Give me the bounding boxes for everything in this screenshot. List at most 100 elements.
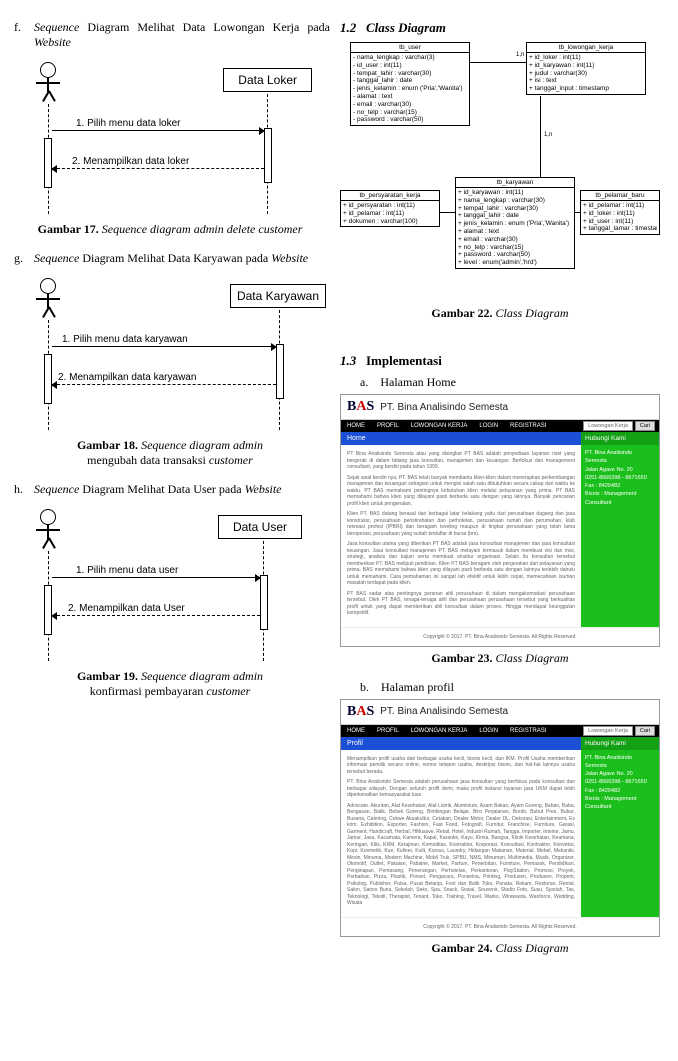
site-main-head: Home xyxy=(341,432,581,445)
caption-22-i: Class Diagram xyxy=(496,306,569,320)
actor-icon xyxy=(48,538,55,549)
activation-r xyxy=(276,344,284,399)
class-tb-karyawan: tb_karyawan + id_karyawan : int(11) + na… xyxy=(455,177,575,269)
text-f-i1: Sequence xyxy=(34,20,79,34)
class-tb-persyaratan: tb_persyaratan_kerja + id_persyaratan : … xyxy=(340,190,440,227)
nav-lowongan[interactable]: LOWONGAN KERJA xyxy=(405,725,474,737)
text-g-i1: Sequence xyxy=(34,251,79,265)
class-tb-karyawan-attrs: + id_karyawan : int(11) + nama_lengkap :… xyxy=(456,188,574,268)
msg1-label: 1. Pilih menu data karyawan xyxy=(62,334,188,345)
actor-icon xyxy=(36,529,60,531)
class-tb-user-name: tb_user xyxy=(351,43,469,53)
msg1-label: 1. Pilih menu data user xyxy=(76,565,178,576)
nav-registrasi[interactable]: REGISTRASI xyxy=(504,420,552,432)
text-h: Sequence Diagram Melihat Data User pada … xyxy=(34,482,330,497)
msg1-line xyxy=(52,346,276,347)
site-body: Profil Menampilkan profil usaha dari ber… xyxy=(341,737,659,917)
caption-24-b: Gambar 24. xyxy=(431,941,492,955)
class-tb-lowongan: tb_lowongan_kerja + id_loker : int(11) +… xyxy=(526,42,646,95)
card-1n: 1,n xyxy=(544,132,552,138)
site-side-head: Hubungi Kami xyxy=(581,432,659,445)
impl-a-label: Halaman Home xyxy=(380,375,456,389)
site-header: BAS PT. Bina Analisindo Semesta xyxy=(341,395,659,420)
caption-18-tail: mengubah data transaksi xyxy=(87,453,206,467)
rel-lowongan-karyawan xyxy=(540,96,541,177)
text-h-mid: Diagram Melihat Data User pada xyxy=(82,482,241,496)
actor-icon xyxy=(48,91,55,102)
site-logo: BAS xyxy=(347,704,374,720)
caption-18-i: Sequence diagram admin xyxy=(141,438,263,452)
obj-box: Data Loker xyxy=(223,68,312,92)
msg2-line xyxy=(52,384,276,385)
activation-l xyxy=(44,585,52,635)
sec13-num: 1.3 xyxy=(340,353,356,368)
nav-lowongan[interactable]: LOWONGAN KERJA xyxy=(405,420,474,432)
caption-23-i: Class Diagram xyxy=(496,651,569,665)
impl-a: a. Halaman Home xyxy=(340,375,660,390)
site-search: Lowongan Kerja Cari xyxy=(583,421,659,431)
profil-p3: Advocate. Akuntan, Alat Kesehatan, Alat … xyxy=(347,803,575,907)
site-side-head: Hubungi Kami xyxy=(581,737,659,750)
search-button[interactable]: Cari xyxy=(635,421,655,431)
home-p3: Klien PT. BAS datang berasal dari berbag… xyxy=(347,511,575,537)
nav-login[interactable]: LOGIN xyxy=(473,725,504,737)
activation-r xyxy=(264,128,272,183)
site-home: BAS PT. Bina Analisindo Semesta HOME PRO… xyxy=(340,394,660,647)
nav-profil[interactable]: PROFIL xyxy=(371,420,405,432)
actor-icon xyxy=(40,509,56,525)
msg2-line xyxy=(52,615,260,616)
text-f-mid: Diagram Melihat Data Lowongan Kerja pada xyxy=(87,20,330,34)
activation-r xyxy=(260,575,268,630)
marker-h: h. xyxy=(14,482,23,497)
caption-19-i: Sequence diagram admin xyxy=(141,669,263,683)
msg1-line xyxy=(52,577,260,578)
text-f-i2: Website xyxy=(34,35,71,49)
nav-home[interactable]: HOME xyxy=(341,725,371,737)
seq-diagram-h: Data User 1. Pilih menu data user 2. Men… xyxy=(22,505,330,665)
impl-b-marker: b. xyxy=(360,680,369,694)
right-column: 1.2 Class Diagram tb_user - nama_lengkap… xyxy=(340,20,660,970)
caption-24: Gambar 24. Class Diagram xyxy=(340,941,660,956)
site-main-content: Menampilkan profil usaha dari berbagai u… xyxy=(341,750,581,917)
msg2-label: 2. Menampilkan data loker xyxy=(72,156,189,167)
site-side-body: PT. Bina Analisindo Semesta Jalan Agave … xyxy=(581,750,659,816)
nav-profil[interactable]: PROFIL xyxy=(371,725,405,737)
class-tb-user: tb_user - nama_lengkap : varchar(3) - id… xyxy=(350,42,470,126)
item-g: g. Sequence Diagram Melihat Data Karyawa… xyxy=(10,251,330,266)
site-nav: HOME PROFIL LOWONGAN KERJA LOGIN REGISTR… xyxy=(341,420,659,432)
marker-g: g. xyxy=(14,251,23,266)
site-side: Hubungi Kami PT. Bina Analisindo Semesta… xyxy=(581,432,659,627)
class-tb-pelamar-attrs: + id_pelamar : int(11) + id_loker : int(… xyxy=(581,201,659,234)
card-1n: 1,n xyxy=(516,52,524,58)
nav-registrasi[interactable]: REGISTRASI xyxy=(504,725,552,737)
msg2-label: 2. Menampilkan data User xyxy=(68,603,185,614)
site-main: Home PT Bina Analisindo Semesta atau yan… xyxy=(341,432,581,627)
class-tb-karyawan-name: tb_karyawan xyxy=(456,178,574,188)
caption-18-b: Gambar 18. xyxy=(77,438,138,452)
class-tb-pelamar-name: tb_pelamar_baru xyxy=(581,191,659,201)
search-input[interactable]: Lowongan Kerja xyxy=(583,421,633,431)
search-button[interactable]: Cari xyxy=(635,726,655,736)
search-input[interactable]: Lowongan Kerja xyxy=(583,726,633,736)
site-nav: HOME PROFIL LOWONGAN KERJA LOGIN REGISTR… xyxy=(341,725,659,737)
actor-icon xyxy=(36,298,60,300)
site-main-head: Profil xyxy=(341,737,581,750)
caption-23: Gambar 23. Class Diagram xyxy=(340,651,660,666)
caption-17-i: Sequence diagram admin delete customer xyxy=(102,222,303,236)
actor-icon xyxy=(40,62,56,78)
sec12-num: 1.2 xyxy=(340,20,356,35)
caption-17: Gambar 17. Sequence diagram admin delete… xyxy=(10,222,330,237)
obj-box: Data Karyawan xyxy=(230,284,326,308)
rel-persyaratan-karyawan xyxy=(440,212,455,213)
text-f: Sequence Diagram Melihat Data Lowongan K… xyxy=(34,20,330,50)
home-p5: PT BAS sadar atas pentingnya peranan ahl… xyxy=(347,591,575,617)
msg1-label: 1. Pilih menu data loker xyxy=(76,118,181,129)
msg1-line xyxy=(52,130,264,131)
activation-l xyxy=(44,354,52,404)
home-p2: Sejak awal berdiri nya, PT. BAS telah ba… xyxy=(347,475,575,508)
actor-icon xyxy=(40,278,56,294)
impl-b: b. Halaman profil xyxy=(340,680,660,695)
nav-login[interactable]: LOGIN xyxy=(473,420,504,432)
nav-home[interactable]: HOME xyxy=(341,420,371,432)
section-1-2: 1.2 Class Diagram xyxy=(340,20,660,36)
